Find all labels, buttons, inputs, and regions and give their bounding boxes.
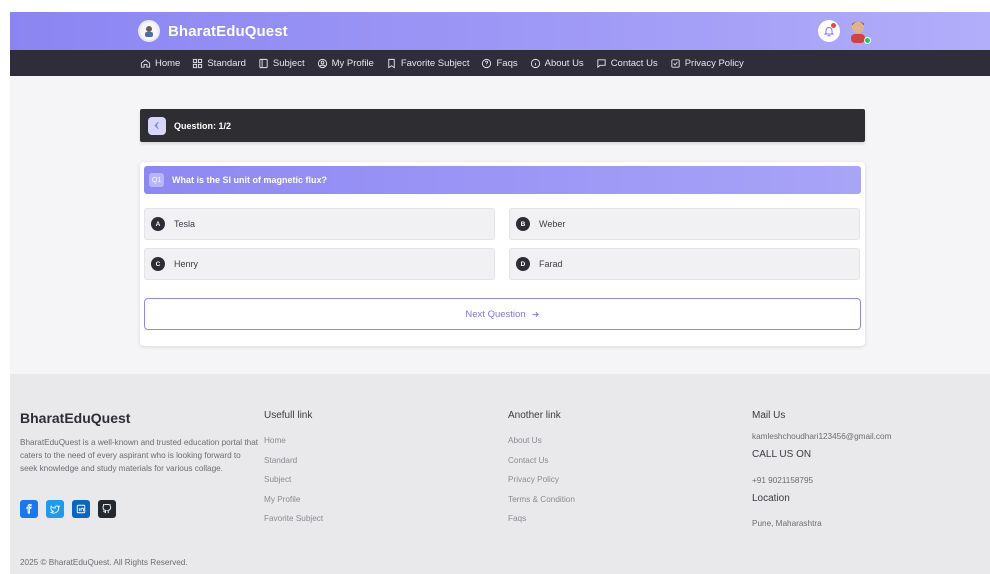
brand-name: BharatEduQuest bbox=[168, 22, 288, 40]
arrow-right-icon bbox=[532, 311, 539, 317]
top-bar: BharatEduQuest bbox=[10, 12, 990, 50]
bookmark-icon bbox=[388, 58, 395, 68]
page: BharatEduQuest Home Standard Subject My … bbox=[10, 12, 990, 574]
nav-standard-label: Standard bbox=[207, 57, 246, 69]
nav-home[interactable]: Home bbox=[140, 58, 180, 69]
question-card: Q1 What is the SI unit of magnetic flux?… bbox=[140, 162, 865, 346]
call-title: CALL US ON bbox=[752, 449, 812, 460]
question-bar: Q1 What is the SI unit of magnetic flux? bbox=[144, 166, 861, 194]
option-letter: D bbox=[516, 257, 530, 271]
next-question-label: Next Question bbox=[465, 308, 526, 320]
notification-dot bbox=[831, 23, 836, 28]
nav-about-us[interactable]: About Us bbox=[530, 58, 584, 69]
help-circle-icon bbox=[482, 58, 492, 68]
brand[interactable]: BharatEduQuest bbox=[138, 19, 288, 43]
option-text: Weber bbox=[539, 219, 566, 229]
facebook-button[interactable] bbox=[20, 500, 38, 518]
footer-link-home[interactable]: Home bbox=[264, 431, 323, 451]
info-icon bbox=[530, 58, 540, 68]
nav-about-us-label: About Us bbox=[544, 57, 584, 69]
nav-contact-us[interactable]: Contact Us bbox=[596, 58, 658, 69]
nav-privacy-policy[interactable]: Privacy Policy bbox=[670, 58, 744, 69]
location-text: Pune, Maharashtra bbox=[752, 519, 822, 528]
footer: BharatEduQuest BharatEduQuest is a well-… bbox=[10, 374, 990, 574]
footer-link-subject[interactable]: Subject bbox=[264, 470, 323, 490]
avatar[interactable] bbox=[847, 19, 871, 44]
linkedin-icon bbox=[76, 504, 86, 514]
option-d[interactable]: D Farad bbox=[509, 248, 860, 280]
option-letter: A bbox=[151, 217, 165, 231]
option-b[interactable]: B Weber bbox=[509, 208, 860, 240]
main-content: Question: 1/2 Q1 What is the SI unit of … bbox=[10, 76, 990, 374]
github-icon bbox=[102, 504, 112, 514]
mail-title: Mail Us bbox=[752, 410, 786, 421]
footer-link-terms[interactable]: Terms & Condition bbox=[508, 490, 575, 510]
nav-my-profile-label: My Profile bbox=[331, 57, 374, 69]
book-icon bbox=[259, 58, 268, 68]
question-header: Question: 1/2 bbox=[140, 109, 865, 142]
twitter-button[interactable] bbox=[46, 500, 64, 518]
option-text: Tesla bbox=[174, 219, 196, 229]
option-a[interactable]: A Tesla bbox=[144, 208, 495, 240]
contact-column: Mail Us kamleshchoudhari123456@gmail.com… bbox=[752, 410, 891, 528]
nav-faqs-label: Faqs bbox=[496, 57, 518, 69]
option-c[interactable]: C Henry bbox=[144, 248, 495, 280]
nav-contact-us-label: Contact Us bbox=[610, 57, 658, 69]
question-text: What is the SI unit of magnetic flux? bbox=[172, 175, 328, 185]
nav-favorite-subject-label: Favorite Subject bbox=[400, 57, 470, 69]
nav-privacy-policy-label: Privacy Policy bbox=[684, 57, 744, 69]
next-question-button[interactable]: Next Question bbox=[144, 298, 861, 330]
footer-brand: BharatEduQuest bbox=[20, 410, 131, 426]
question-number-badge: Q1 bbox=[149, 173, 164, 187]
another-links-column: Another link About Us Contact Us Privacy… bbox=[508, 410, 575, 529]
another-links-title: Another link bbox=[508, 410, 561, 421]
nav-my-profile[interactable]: My Profile bbox=[317, 58, 374, 69]
footer-link-faqs[interactable]: Faqs bbox=[508, 509, 575, 529]
useful-links-column: Usefull link Home Standard Subject My Pr… bbox=[264, 410, 323, 529]
check-square-icon bbox=[671, 58, 680, 68]
main-nav: Home Standard Subject My Profile Favorit… bbox=[10, 50, 990, 76]
footer-description: BharatEduQuest is a well-known and trust… bbox=[20, 438, 259, 473]
useful-links-title: Usefull link bbox=[264, 410, 313, 421]
footer-link-about-us[interactable]: About Us bbox=[508, 431, 575, 451]
nav-subject[interactable]: Subject bbox=[258, 58, 305, 69]
option-letter: C bbox=[151, 257, 165, 271]
footer-link-my-profile[interactable]: My Profile bbox=[264, 490, 323, 510]
twitter-icon bbox=[50, 505, 60, 514]
option-letter: B bbox=[516, 217, 530, 231]
brand-logo-icon bbox=[138, 20, 160, 42]
nav-subject-label: Subject bbox=[272, 57, 305, 69]
footer-link-privacy-policy[interactable]: Privacy Policy bbox=[508, 470, 575, 490]
grid-icon bbox=[193, 58, 203, 68]
home-icon bbox=[140, 58, 151, 68]
option-text: Henry bbox=[174, 259, 199, 269]
footer-link-favorite-subject[interactable]: Favorite Subject bbox=[264, 509, 323, 529]
linkedin-button[interactable] bbox=[72, 500, 90, 518]
footer-link-contact-us[interactable]: Contact Us bbox=[508, 451, 575, 471]
online-status-dot bbox=[864, 37, 871, 44]
nav-standard[interactable]: Standard bbox=[192, 58, 246, 69]
option-text: Farad bbox=[539, 259, 563, 269]
copyright-text: 2025 © BharatEduQuest. All Rights Reserv… bbox=[20, 558, 188, 567]
nav-faqs[interactable]: Faqs bbox=[481, 57, 518, 69]
location-title: Location bbox=[752, 493, 790, 504]
nav-favorite-subject[interactable]: Favorite Subject bbox=[386, 57, 470, 69]
question-counter: Question: 1/2 bbox=[174, 120, 232, 131]
chat-icon bbox=[597, 58, 606, 68]
notification-button[interactable] bbox=[818, 20, 840, 42]
email-address[interactable]: kamleshchoudhari123456@gmail.com bbox=[752, 432, 891, 441]
social-links bbox=[20, 500, 116, 518]
question-header-icon bbox=[148, 116, 166, 135]
facebook-icon bbox=[26, 504, 32, 514]
github-button[interactable] bbox=[98, 500, 116, 518]
phone-number[interactable]: +91 9021158795 bbox=[752, 476, 891, 485]
nav-home-label: Home bbox=[155, 57, 181, 69]
user-circle-icon bbox=[317, 58, 327, 68]
footer-link-standard[interactable]: Standard bbox=[264, 451, 323, 471]
